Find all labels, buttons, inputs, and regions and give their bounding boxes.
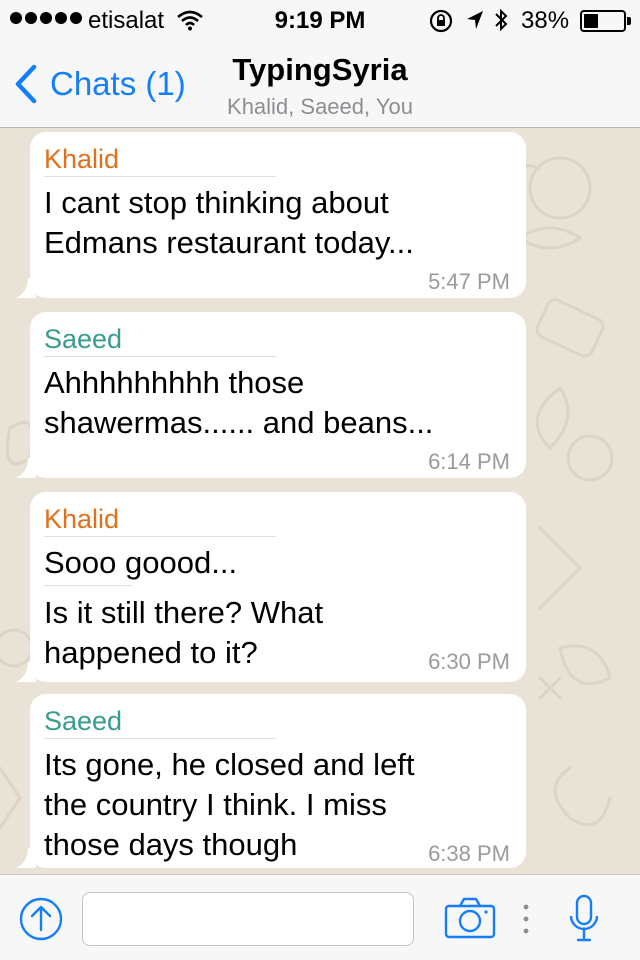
message-timestamp: 5:47 PM xyxy=(428,269,510,294)
line-divider xyxy=(44,585,132,586)
message-sender: Saeed xyxy=(44,706,123,736)
sender-divider xyxy=(44,176,276,177)
upload-arrow-icon[interactable] xyxy=(18,896,64,942)
bubble-tail xyxy=(16,662,36,682)
message-text-line: Is it still there? What xyxy=(44,595,324,630)
message-text-field[interactable] xyxy=(82,892,414,946)
message-bubble[interactable]: Saeed Its gone, he closed and left the c… xyxy=(16,694,526,868)
message-text-line: the country I think. I miss xyxy=(44,787,387,822)
message-text-line: happened to it? xyxy=(44,635,258,670)
message-text-line: those days though xyxy=(44,827,298,862)
message-timestamp: 6:38 PM xyxy=(428,841,510,866)
status-bar: etisalat 9:19 PM 38% xyxy=(0,0,640,40)
message-text-line: Sooo goood... xyxy=(44,545,238,580)
message-bubble[interactable]: Saeed Ahhhhhhhhh those shawermas...... a… xyxy=(16,312,526,478)
back-button[interactable]: Chats (1) xyxy=(14,58,186,110)
chevron-left-icon xyxy=(15,64,37,104)
message-timestamp: 6:14 PM xyxy=(428,449,510,474)
more-dots-icon xyxy=(523,904,529,934)
message-timestamp: 6:30 PM xyxy=(428,649,510,674)
bubble-tail xyxy=(16,458,36,478)
rotation-lock-icon xyxy=(429,9,453,33)
sender-divider xyxy=(44,356,276,357)
battery-percent: 38% xyxy=(521,7,570,34)
message-text-line: Edmans restaurant today... xyxy=(44,225,414,260)
conversation-participants[interactable]: Khalid, Saeed, You xyxy=(200,94,440,120)
conversation-title[interactable]: TypingSyria xyxy=(200,52,440,88)
message-sender: Khalid xyxy=(44,144,120,174)
message-sender: Saeed xyxy=(44,324,123,354)
battery-icon xyxy=(580,10,631,32)
message-bubble[interactable]: Khalid I cant stop thinking about Edmans… xyxy=(16,132,526,298)
navigation-bar: Chats (1) TypingSyria Khalid, Saeed, You xyxy=(0,40,640,128)
bluetooth-icon xyxy=(495,8,508,32)
sender-divider xyxy=(44,738,276,739)
sender-divider xyxy=(44,536,276,537)
battery-level xyxy=(584,14,598,28)
message-text-line: Ahhhhhhhhh those xyxy=(44,365,305,400)
camera-icon[interactable] xyxy=(444,897,496,939)
location-arrow-icon xyxy=(467,11,483,29)
back-button-label: Chats (1) xyxy=(50,65,186,102)
chat-area[interactable]: Khalid I cant stop thinking about Edmans… xyxy=(0,128,640,874)
bubble-tail xyxy=(16,848,36,868)
microphone-icon[interactable] xyxy=(568,894,600,944)
message-sender: Khalid xyxy=(44,504,120,534)
message-text-line: Its gone, he closed and left xyxy=(44,747,415,782)
bubble-tail xyxy=(16,278,36,298)
message-text-line: shawermas...... and beans... xyxy=(44,405,434,440)
message-text-line: I cant stop thinking about xyxy=(44,185,389,220)
message-input-bar xyxy=(0,874,640,960)
message-bubble[interactable]: Khalid Sooo goood... Is it still there? … xyxy=(16,492,526,682)
